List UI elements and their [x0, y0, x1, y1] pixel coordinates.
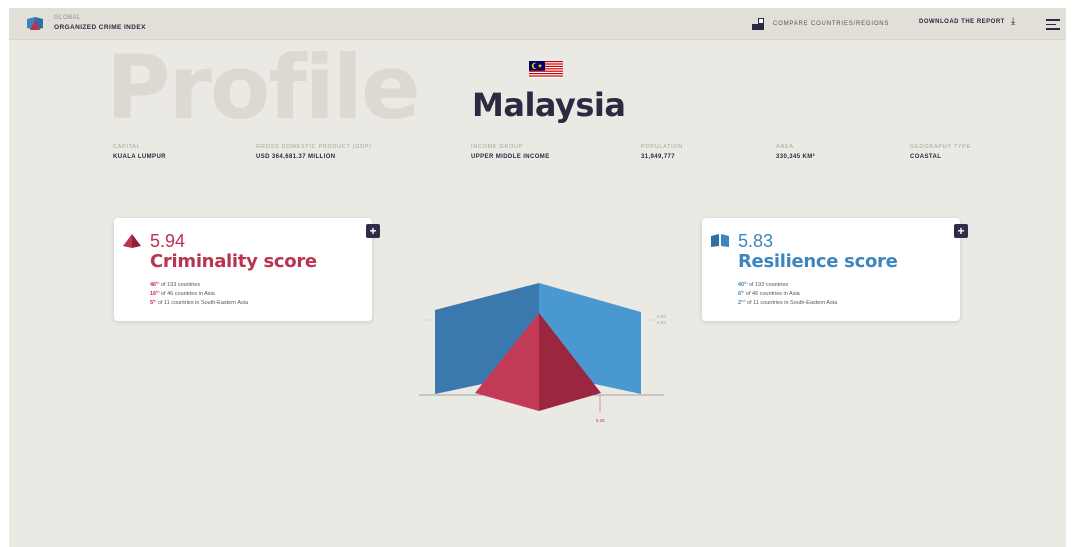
pyramid-icon — [123, 234, 141, 248]
rank-text: of 11 countries in South-Eastern Asia — [745, 300, 838, 306]
gi-logo-icon[interactable] — [25, 16, 45, 32]
logo-small-text: GLOBAL — [54, 15, 82, 21]
fact-income-group: INCOME GROUP UPPER MIDDLE INCOME — [471, 144, 550, 160]
compare-icon — [752, 17, 765, 31]
resilience-score: 5.83 — [738, 231, 774, 251]
open-book-icon — [711, 234, 729, 247]
chart-note-right-bottom: 5.83 — [657, 320, 666, 325]
fact-value: KUALA LUMPUR — [113, 154, 166, 160]
criminality-score: 5.94 — [150, 231, 186, 251]
fact-value: COASTAL — [910, 154, 942, 160]
fact-label: AREA — [776, 144, 794, 150]
compare-countries-link[interactable]: COMPARE COUNTRIES/REGIONS — [752, 17, 889, 31]
chart-note-right-top: 5.83 — [657, 314, 666, 319]
criminality-title: Criminality score — [150, 251, 317, 272]
fact-value: 330,345 KM² — [776, 154, 816, 160]
fact-label: CAPITAL — [113, 144, 141, 150]
rank-text: of 11 countries in South-Eastern Asia — [156, 300, 249, 306]
fact-capital: CAPITAL KUALA LUMPUR — [113, 144, 166, 160]
criminality-expand-button[interactable]: + — [366, 224, 380, 238]
hamburger-menu-icon[interactable] — [1046, 19, 1060, 30]
malaysia-flag-icon — [529, 61, 563, 78]
resilience-card[interactable]: + 5.83 Resilience score 40th of 193 coun… — [702, 218, 968, 321]
resilience-rank-subregion: 2nd of 11 countries in South-Eastern Asi… — [738, 297, 837, 307]
criminality-rank-subregion: 5th of 11 countries in South-Eastern Asi… — [150, 297, 248, 307]
fact-area: AREA 330,345 KM² — [776, 144, 815, 160]
fact-value: USD 364,681.37 MILLION — [256, 154, 336, 160]
fact-value: 31,949,777 — [641, 154, 676, 160]
download-label: DOWNLOAD THE REPORT — [919, 19, 1005, 25]
resilience-title: Resilience score — [738, 251, 898, 272]
fact-geography-type: GEOGRAPHY TYPE COASTAL — [910, 144, 971, 160]
country-name: Malaysia — [472, 86, 626, 124]
fact-population: POPULATION 31,949,777 — [641, 144, 683, 160]
download-report-button[interactable]: DOWNLOAD THE REPORT ⤓ — [919, 17, 1015, 27]
chart-note-bottom: 6.25 — [596, 418, 605, 423]
download-icon: ⤓ — [1010, 16, 1016, 27]
fact-label: GEOGRAPHY TYPE — [910, 144, 971, 150]
fact-value: UPPER MIDDLE INCOME — [471, 154, 550, 160]
logo-title: ORGANIZED CRIME INDEX — [54, 24, 146, 31]
fact-label: POPULATION — [641, 144, 684, 150]
profile-watermark: Profile — [106, 36, 421, 139]
fact-gdp: GROSS DOMESTIC PRODUCT (GDP) USD 364,681… — [256, 144, 372, 160]
score-graphic — [419, 283, 664, 412]
page-frame: GLOBAL ORGANIZED CRIME INDEX COMPARE COU… — [9, 8, 1066, 547]
resilience-expand-button[interactable]: + — [954, 224, 968, 238]
compare-label: COMPARE COUNTRIES/REGIONS — [773, 21, 890, 27]
criminality-card[interactable]: + 5.94 Criminality score 46th of 193 cou… — [114, 218, 380, 321]
fact-label: INCOME GROUP — [471, 144, 524, 150]
logo-text[interactable]: GLOBAL ORGANIZED CRIME INDEX — [54, 14, 146, 32]
fact-label: GROSS DOMESTIC PRODUCT (GDP) — [256, 144, 372, 150]
